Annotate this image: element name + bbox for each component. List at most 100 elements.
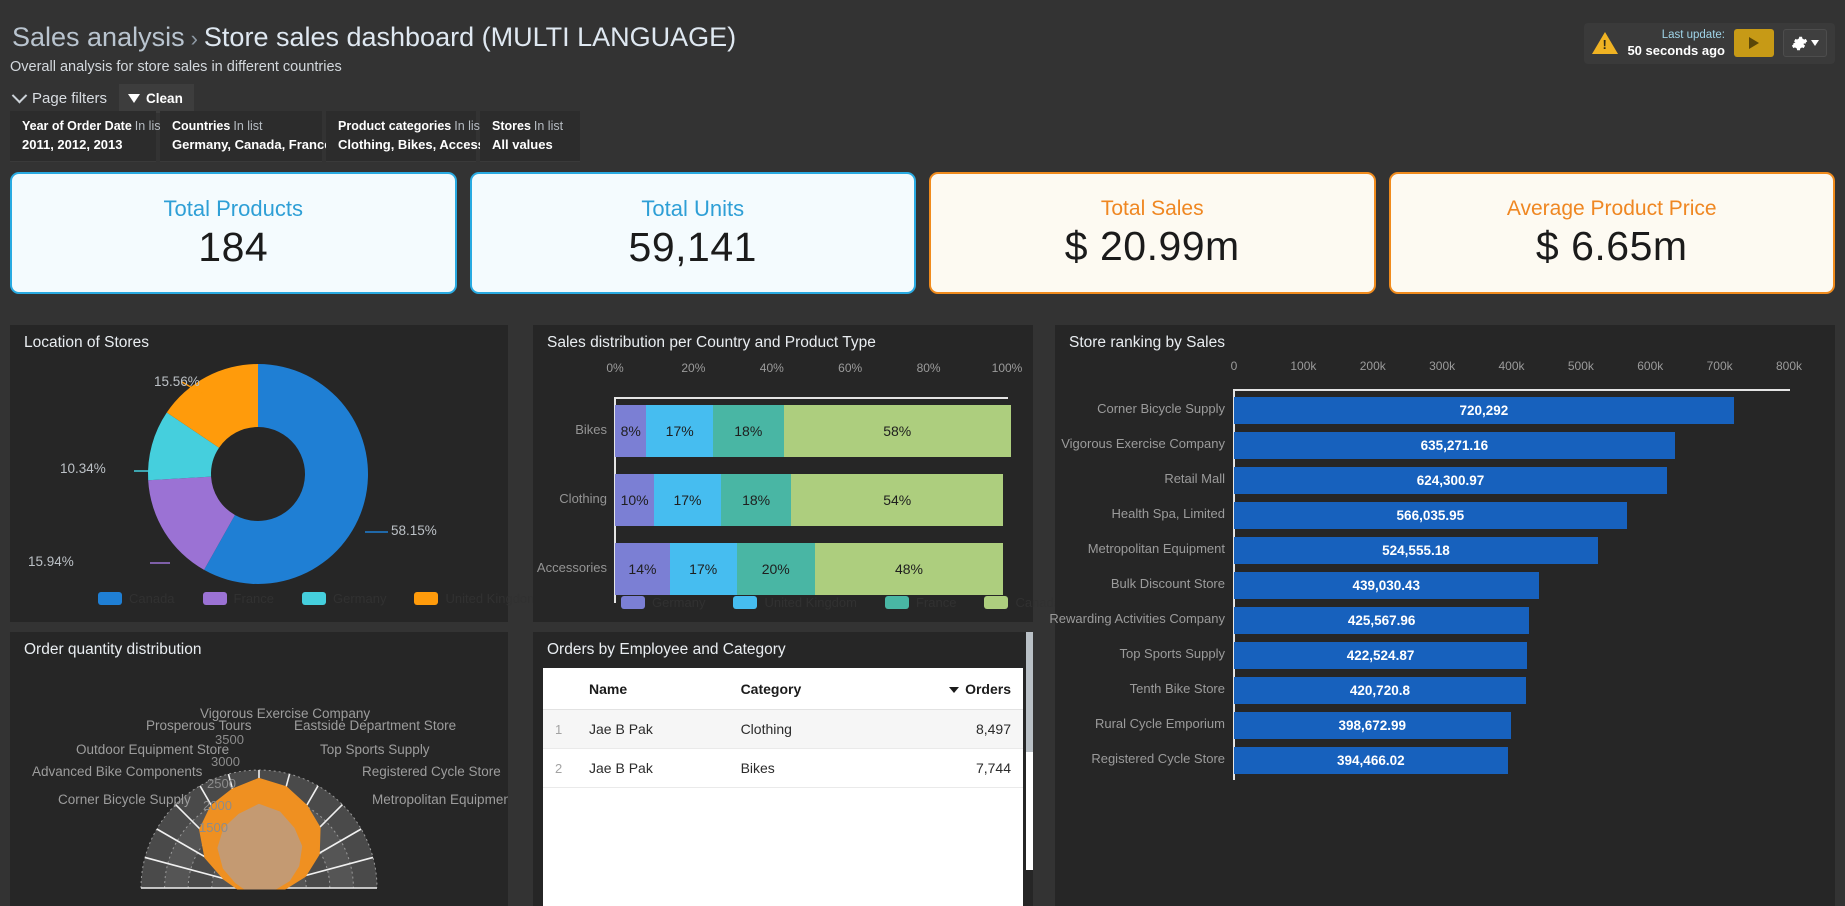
ranking-bar[interactable]: 524,555.18: [1234, 537, 1598, 564]
filter-chip[interactable]: Stores In list All values: [480, 111, 580, 162]
column-header-orders[interactable]: Orders: [874, 668, 1023, 710]
stacked-bar-row[interactable]: 10% 17% 18% 54%: [615, 474, 1007, 526]
table-scrollbar[interactable]: [1026, 632, 1033, 870]
column-header-name[interactable]: Name: [577, 668, 729, 710]
stacked-bar-segment[interactable]: 17%: [646, 405, 713, 457]
stacked-bar-segment[interactable]: 8%: [615, 405, 647, 457]
segment-value-label: 18%: [734, 423, 763, 439]
ranking-bar-chart[interactable]: 0 100k 200k 300k 400k 500k 600k 700k 800k Corner …: [1049, 353, 1835, 906]
segment-value-label: 10%: [620, 492, 649, 508]
column-header-category[interactable]: Category: [728, 668, 875, 710]
clean-filters-button[interactable]: Clean: [119, 84, 194, 116]
legend-item[interactable]: Canada: [984, 595, 1061, 610]
refresh-play-button[interactable]: [1734, 29, 1774, 58]
stacked-bar-segment[interactable]: 58%: [783, 405, 1011, 457]
stacked-bar-row[interactable]: 8% 17% 18% 58%: [615, 405, 1011, 457]
radar-chart[interactable]: Vigorous Exercise Company Eastside Depart…: [10, 658, 508, 906]
panel-store-ranking: Store ranking by Sales 0 100k 200k 300k 400k…: [1049, 325, 1835, 906]
ranking-row[interactable]: Top Sports Supply 422,524.87: [1055, 642, 1835, 669]
x-axis-tick: 100k: [1290, 359, 1317, 373]
ranking-bar[interactable]: 566,035.95: [1234, 502, 1627, 529]
stacked-bar-segment[interactable]: 48%: [814, 543, 1004, 595]
ranking-row[interactable]: Rural Cycle Emporium 398,672.99: [1055, 712, 1835, 739]
filter-value: 2011, 2012, 2013: [22, 137, 123, 152]
breadcrumb-root[interactable]: Sales analysis: [12, 22, 185, 52]
legend-label: United Kingdom: [445, 591, 538, 606]
filter-chip-list: Year of Order Date In list 2011, 2012, 20…: [10, 111, 580, 162]
ranking-bar[interactable]: 420,720.8: [1234, 677, 1526, 704]
kpi-value: $ 6.65m: [1535, 222, 1688, 269]
kpi-title: Average Product Price: [1506, 196, 1717, 220]
stacked-bar-legend: Germany United Kingdom France Canada: [621, 595, 1083, 610]
scrollbar-thumb[interactable]: [1026, 632, 1033, 752]
stacked-bar-segment[interactable]: 54%: [791, 474, 1004, 526]
ranking-bar[interactable]: 439,030.43: [1234, 572, 1539, 599]
legend-item[interactable]: France: [884, 595, 956, 610]
play-icon: [1749, 37, 1759, 50]
ranking-row[interactable]: Rewarding Activities Company 425,567.96: [1049, 607, 1835, 634]
stacked-bar-row[interactable]: 14% 17% 20% 48%: [615, 543, 1007, 595]
stacked-bar-segment[interactable]: 17%: [654, 474, 721, 526]
ranking-category-label: Rewarding Activities Company: [1049, 611, 1225, 626]
radar-ring-label: 2500: [207, 776, 236, 791]
table-row[interactable]: 1 Jae B Pak Clothing 8,497: [543, 709, 1023, 749]
ranking-bar-value: 720,292: [1459, 403, 1509, 418]
legend-item[interactable]: United Kingdom: [733, 595, 857, 610]
ranking-category-label: Top Sports Supply: [1119, 646, 1225, 661]
panel-orders-by-employee: Orders by Employee and Category Name Cat…: [533, 632, 1033, 906]
kpi-card-total-units[interactable]: Total Units 59,141: [469, 172, 916, 294]
table-row[interactable]: 2 Jae B Pak Bikes 7,744: [543, 748, 1023, 788]
page-title: Store sales dashboard (MULTI LANGUAGE): [203, 22, 737, 52]
legend-item[interactable]: Germany: [621, 595, 705, 610]
cell-name: Jae B Pak: [577, 748, 729, 788]
ranking-bar[interactable]: 398,672.99: [1234, 712, 1511, 739]
ranking-row[interactable]: Bulk Discount Store 439,030.43: [1055, 572, 1835, 599]
filter-chip[interactable]: Year of Order Date In list 2011, 2012, 20…: [10, 111, 164, 162]
ranking-row[interactable]: Tenth Bike Store 420,720.8: [1055, 677, 1835, 704]
kpi-card-total-sales[interactable]: Total Sales $ 20.99m: [929, 172, 1376, 294]
ranking-bar[interactable]: 394,466.02: [1234, 747, 1508, 774]
radar-chart-svg[interactable]: [10, 658, 508, 906]
donut-chart[interactable]: 58.15% 15.94% 10.34% 15.56%: [10, 351, 508, 591]
filter-chip[interactable]: Countries In list Germany, Canada, France…: [160, 111, 346, 162]
filter-chip[interactable]: Product categories In list Clothing, Bike…: [326, 111, 499, 162]
kpi-card-total-products[interactable]: Total Products 184: [10, 172, 457, 294]
stacked-bar-segment[interactable]: 20%: [736, 543, 815, 595]
ranking-category-label: Metropolitan Equipment: [1087, 541, 1225, 556]
chevron-down-icon: [1811, 40, 1819, 47]
stacked-bar-segment[interactable]: 18%: [720, 474, 792, 526]
kpi-card-average-product-price[interactable]: Average Product Price $ 6.65m: [1388, 172, 1835, 294]
warning-icon: [1592, 32, 1619, 55]
ranking-bar[interactable]: 720,292: [1234, 397, 1734, 424]
ranking-row[interactable]: Registered Cycle Store 394,466.02: [1055, 747, 1835, 774]
ranking-row[interactable]: Corner Bicycle Supply 720,292: [1055, 397, 1835, 424]
ranking-row[interactable]: Vigorous Exercise Company 635,271.16: [1055, 432, 1835, 459]
legend-item[interactable]: Germany: [302, 591, 386, 606]
ranking-row[interactable]: Retail Mall 624,300.97: [1055, 467, 1835, 494]
donut-slice-label: 10.34%: [60, 461, 106, 476]
stacked-bar-segment[interactable]: 17%: [669, 543, 737, 595]
legend-item[interactable]: United Kingdom: [414, 591, 538, 606]
cell-category: Bikes: [728, 748, 875, 788]
page-filters-toggle[interactable]: Page filters: [10, 86, 111, 111]
ranking-row[interactable]: Metropolitan Equipment 524,555.18: [1055, 537, 1835, 564]
stacked-bar-segment[interactable]: 18%: [713, 405, 784, 457]
stacked-bar-segment[interactable]: 10%: [615, 474, 655, 526]
kpi-value: $ 20.99m: [1064, 222, 1240, 269]
ranking-bar[interactable]: 422,524.87: [1234, 642, 1528, 669]
last-update-info: Last update: 50 seconds ago: [1627, 29, 1725, 58]
ranking-bar[interactable]: 425,567.96: [1234, 607, 1530, 634]
legend-item[interactable]: Canada: [98, 591, 175, 606]
orders-table-container[interactable]: Name Category Orders 1 Jae B Pak Clothing 8…: [543, 668, 1023, 906]
ranking-row[interactable]: Health Spa, Limited 566,035.95: [1055, 502, 1835, 529]
ranking-category-label: Corner Bicycle Supply: [1097, 401, 1225, 416]
ranking-bar[interactable]: 624,300.97: [1234, 467, 1668, 494]
legend-item[interactable]: France: [202, 591, 274, 606]
category-label: Accessories: [536, 560, 607, 575]
stacked-bar-chart[interactable]: 0% 20% 40% 60% 80% 100% Bikes 8% 17% 18% 58% Clothi…: [533, 355, 1033, 610]
stacked-bar-segment[interactable]: 14%: [615, 543, 670, 595]
ranking-bar-value: 425,567.96: [1347, 613, 1416, 628]
ranking-bar[interactable]: 635,271.16: [1234, 432, 1675, 459]
column-header-index[interactable]: [543, 668, 577, 710]
settings-menu-button[interactable]: [1783, 29, 1827, 58]
